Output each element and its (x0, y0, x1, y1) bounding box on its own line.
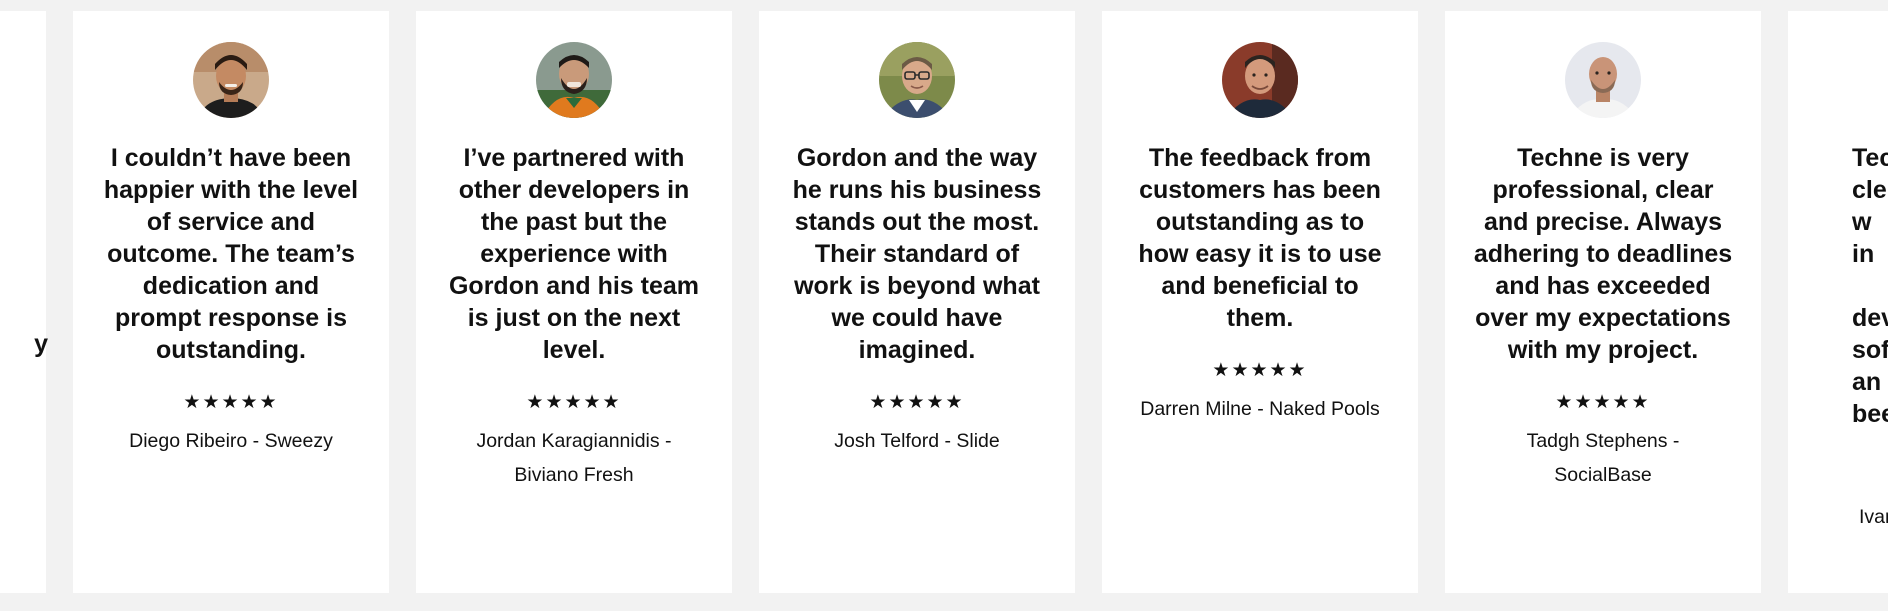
avatar (879, 42, 955, 118)
rating-stars: ★★★★★ (1212, 360, 1308, 381)
testimonial-card: Gordon and the way he runs his business … (759, 11, 1075, 593)
testimonial-author: Diego Ribeiro - Sweezy (129, 430, 333, 452)
testimonial-quote-fragment: Tec cle w in deve softv an bee (1852, 144, 1888, 428)
rating-stars: ★★★★★ (869, 392, 965, 413)
testimonial-quote-fragment: y (34, 330, 48, 358)
testimonial-author: Jordan Karagiannidis - Biviano Fresh (476, 430, 672, 486)
testimonial-card: I’ve partnered with other developers in … (416, 11, 732, 593)
testimonial-author-fragment: Ivar (1859, 506, 1888, 528)
rating-stars: ★★★★★ (183, 392, 279, 413)
avatar-photo-icon (879, 42, 955, 118)
testimonial-author: Darren Milne - Naked Pools (1140, 398, 1380, 420)
testimonial-quote: Techne is very professional, clear and p… (1473, 144, 1733, 364)
testimonial-card: The feedback from customers has been out… (1102, 11, 1418, 593)
testimonial-quote: The feedback from customers has been out… (1138, 144, 1382, 332)
testimonial-carousel: y I couldn’t have been happier with the … (0, 0, 1888, 611)
testimonial-card: I couldn’t have been happier with the le… (73, 11, 389, 593)
testimonial-card-partial-right: Tec cle w in deve softv an bee Ivar (1788, 11, 1888, 593)
avatar (1222, 42, 1298, 118)
avatar (536, 42, 612, 118)
testimonial-author: Josh Telford - Slide (834, 430, 1000, 452)
testimonial-quote: I’ve partnered with other developers in … (448, 144, 700, 364)
avatar (193, 42, 269, 118)
rating-stars: ★★★★★ (1555, 392, 1651, 413)
avatar (1565, 42, 1641, 118)
testimonial-author: Tadgh Stephens - SocialBase (1526, 430, 1680, 486)
testimonial-card: Techne is very professional, clear and p… (1445, 11, 1761, 593)
rating-stars: ★★★★★ (526, 392, 622, 413)
avatar-photo-icon (1222, 42, 1298, 118)
avatar-photo-icon (193, 42, 269, 118)
avatar-photo-icon (536, 42, 612, 118)
testimonial-card-partial-left: y (0, 11, 48, 593)
avatar-photo-icon (1565, 42, 1641, 118)
testimonial-quote: Gordon and the way he runs his business … (792, 144, 1042, 364)
testimonial-quote: I couldn’t have been happier with the le… (103, 144, 359, 364)
